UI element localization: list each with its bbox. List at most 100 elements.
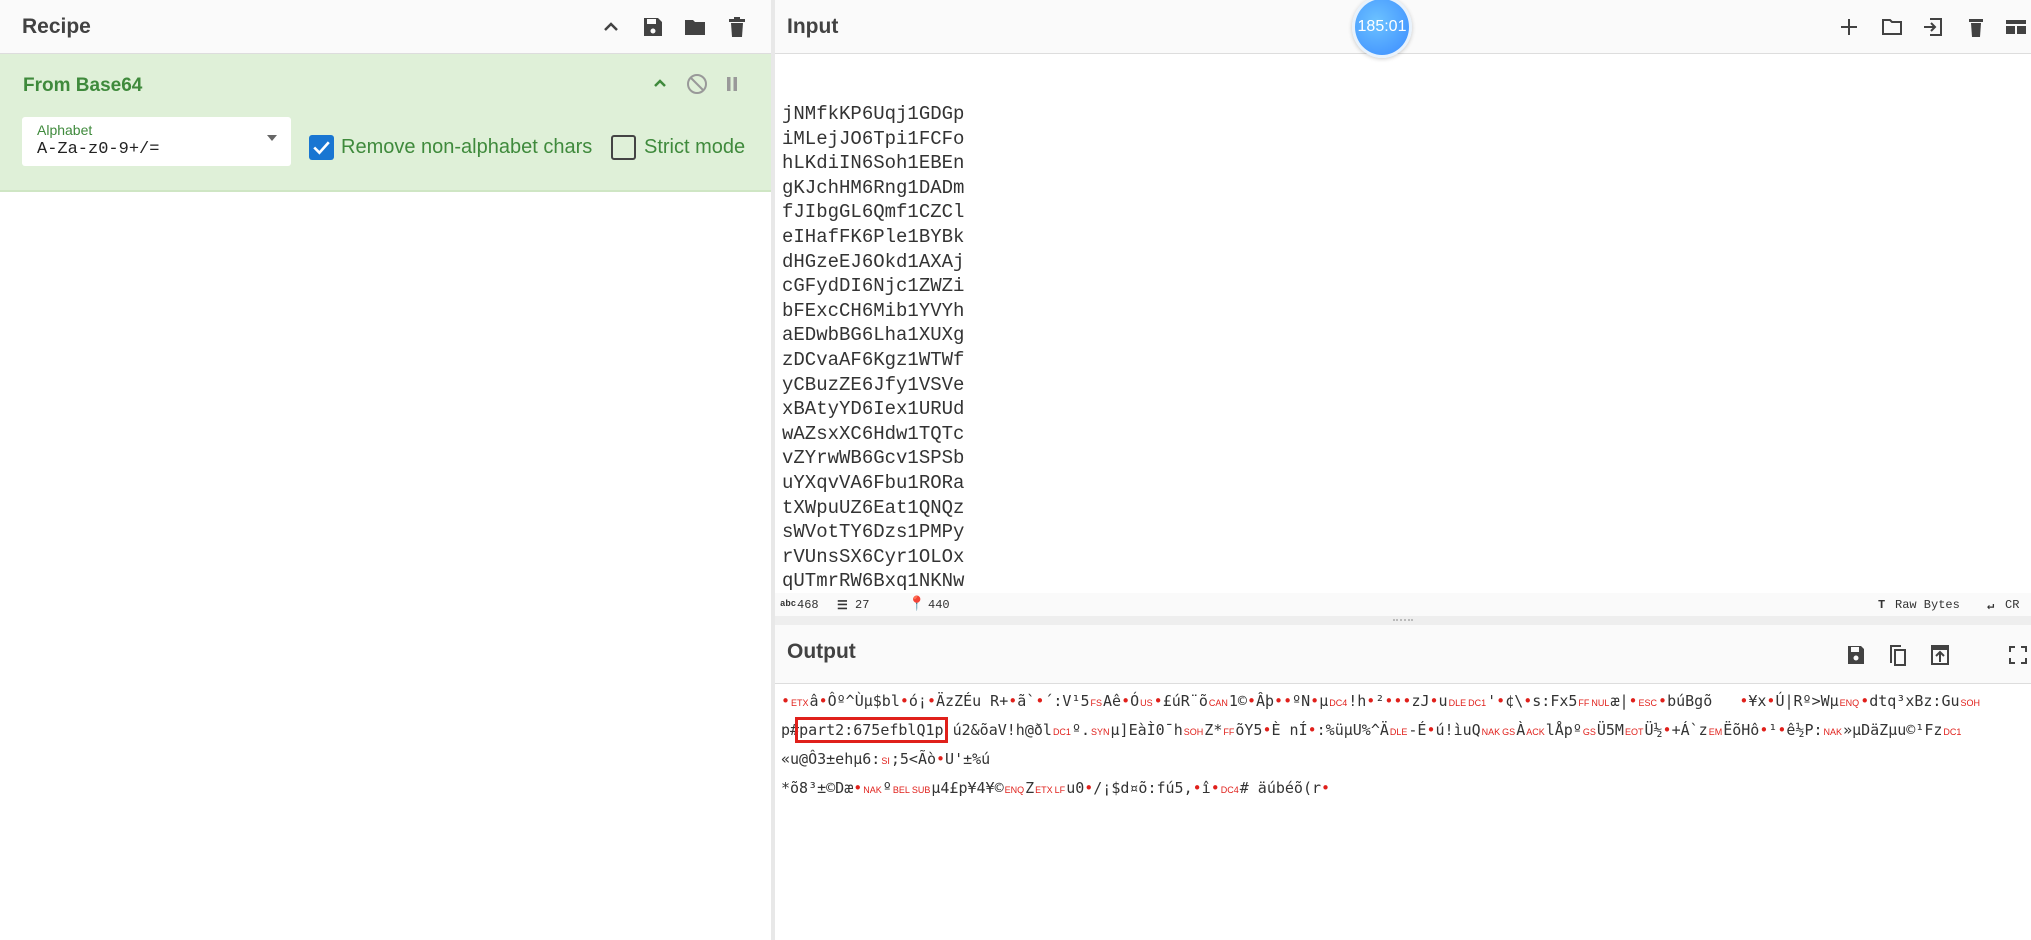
input-status-bar: abc 468 ☰ 27 📍 440 T Raw Bytes ↵ CR: [775, 593, 2031, 616]
plus-icon[interactable]: [1836, 14, 1862, 40]
recipe-title: Recipe: [22, 15, 91, 38]
control-char: ENQ: [1839, 698, 1860, 708]
control-char: ENQ: [1004, 785, 1025, 795]
operation-name: From Base64: [23, 75, 143, 96]
output-text-run: »µDäZµu©¹Fz: [1843, 721, 1943, 739]
output-text-run: ºN: [1292, 692, 1311, 710]
output-text-run: Aê: [1103, 692, 1122, 710]
from-base64-operation: From Base64 Alphabet A-Za-z0-9+/= Remove…: [0, 54, 771, 192]
control-char: SOH: [1183, 727, 1204, 737]
lines-icon: ☰: [837, 599, 848, 613]
nonprintable-dot: •: [1496, 692, 1506, 710]
nonprintable-dot: •: [1658, 692, 1668, 710]
io-pane: jNMfkKP6Uqj1GDGp iMLejJO6Tpi1FCFo hLKdiIN6…: [775, 0, 2031, 940]
output-text-run: u: [1438, 692, 1448, 710]
control-char: FF: [1223, 727, 1235, 737]
trash-icon[interactable]: [1963, 14, 1989, 40]
disable-icon[interactable]: [684, 71, 710, 97]
output-text-run: ¥x: [1748, 692, 1767, 710]
control-char: ETX: [1035, 785, 1053, 795]
control-char: CAN: [1208, 698, 1228, 708]
nonprintable-dot: •: [1759, 721, 1769, 739]
nonprintable-dot: •: [1084, 779, 1094, 797]
output-text-run: U'±%ú: [945, 750, 991, 768]
nonprintable-dot: •: [1628, 692, 1638, 710]
control-char: FF: [1578, 698, 1590, 708]
nonprintable-dot: •: [1321, 779, 1331, 797]
input-title: Input: [787, 15, 839, 38]
output-text-run: ¢\: [1505, 692, 1524, 710]
output-text-run: Ú|Rº>Wµ: [1775, 692, 1839, 710]
output-text-run: Ôº^Ùµ$bl: [827, 692, 900, 710]
output-text-run: ê½P:: [1786, 721, 1823, 739]
output-text-run: ú!ìuQ: [1435, 721, 1481, 739]
alphabet-select[interactable]: Alphabet A-Za-z0-9+/=: [22, 117, 291, 166]
nonprintable-dot: •: [926, 692, 936, 710]
output-text-run: î: [1201, 779, 1211, 797]
control-char: SYN: [1091, 727, 1110, 737]
input-text[interactable]: jNMfkKP6Uqj1GDGp iMLejJO6Tpi1FCFo hLKdiIN6…: [782, 102, 964, 593]
save-icon[interactable]: [640, 14, 666, 40]
eol-button[interactable]: CR: [2005, 598, 2019, 612]
strict-mode-checkbox[interactable]: [611, 135, 636, 160]
input-line: hLKdiIN6Soh1EBEn: [782, 152, 965, 175]
open-folder-icon[interactable]: [1879, 14, 1905, 40]
highlighted-flag-part: part2:675efblQ1p: [795, 717, 948, 743]
fullscreen-icon[interactable]: [2005, 642, 2031, 668]
output-text-run: «u@Ô3±ehµ6:: [781, 750, 881, 768]
strict-mode-label[interactable]: Strict mode: [644, 136, 745, 159]
nonprintable-dot: •: [1121, 692, 1131, 710]
control-char: EM: [1708, 727, 1723, 737]
output-text-run: :%üµU%^Ä: [1316, 721, 1389, 739]
chevron-up-icon[interactable]: [647, 71, 673, 97]
io-resize-handle[interactable]: [775, 616, 2031, 625]
output-text-run: µ]EàÌ0¯h: [1110, 721, 1183, 739]
nonprintable-dot: •: [818, 692, 828, 710]
control-char: ETX: [791, 698, 809, 708]
folder-icon[interactable]: [682, 14, 708, 40]
input-line: gKJchHM6Rng1DADm: [782, 176, 965, 199]
nonprintable-dot: •: [853, 779, 863, 797]
input-line: xBAtyYD6Iex1URUd: [782, 398, 965, 421]
input-line: sWVotTY6Dzs1PMPy: [782, 521, 965, 544]
output-text[interactable]: •ETXâ•Ôº^Ùµ$bl•ó¡•ÄzZÉu R+•ã`•´:V¹5FSAê•…: [781, 688, 2031, 804]
control-char: NAK: [1481, 727, 1501, 737]
input-textarea[interactable]: jNMfkKP6Uqj1GDGp iMLejJO6Tpi1FCFo hLKdiIN6…: [775, 54, 2031, 593]
control-char: NUL: [1591, 698, 1610, 708]
output-line: p#part2:675efblQ1p ú2&õaV!h@ðlDC1º.SYNµ]…: [781, 717, 2031, 746]
nonprintable-dot: •: [1210, 779, 1220, 797]
nonprintable-dot: •: [1310, 692, 1320, 710]
control-char: DLE: [1448, 698, 1467, 708]
chevron-up-icon[interactable]: [598, 14, 624, 40]
remove-non-alphabet-label[interactable]: Remove non-alphabet chars: [341, 136, 592, 159]
input-line: zDCvaAF6Kgz1WTWf: [782, 348, 965, 371]
control-char: EOT: [1624, 727, 1644, 737]
output-line: *õ8³±©Dæ•NAKºBEL SUBµ4£p¥4¥©ENQZETX LFu0•/…: [781, 775, 2031, 804]
remove-non-alphabet-checkbox[interactable]: [309, 135, 334, 160]
output-text-run: # äúbéõ(r: [1239, 779, 1322, 797]
output-text-run: ËõHô: [1723, 721, 1760, 739]
control-char: SUB: [911, 785, 931, 795]
nonprintable-dot: •: [1246, 692, 1256, 710]
pause-icon[interactable]: [719, 71, 745, 97]
cursor-position: 440: [928, 598, 950, 612]
alphabet-value: A-Za-z0-9+/=: [37, 140, 160, 159]
control-char: BEL: [892, 785, 910, 795]
output-text-run: £úR¨õ: [1162, 692, 1208, 710]
encoding-button[interactable]: Raw Bytes: [1895, 598, 1960, 612]
control-char: ESC: [1638, 698, 1658, 708]
abc-icon: abc: [780, 599, 797, 609]
nonprintable-dot: •: [781, 692, 791, 710]
open-file-icon[interactable]: [1920, 14, 1946, 40]
nonprintable-dot: •: [1523, 692, 1533, 710]
control-char: GS: [1502, 727, 1516, 737]
nonprintable-dot: •: [899, 692, 909, 710]
replace-input-icon[interactable]: [1927, 642, 1953, 668]
trash-icon[interactable]: [724, 14, 750, 40]
dropdown-caret-icon: [267, 135, 277, 141]
copy-icon[interactable]: [1885, 642, 1911, 668]
control-char: LF: [1054, 785, 1066, 795]
save-icon[interactable]: [1843, 642, 1869, 668]
output-text-run: À: [1516, 721, 1526, 739]
layout-icon[interactable]: [2003, 14, 2029, 40]
